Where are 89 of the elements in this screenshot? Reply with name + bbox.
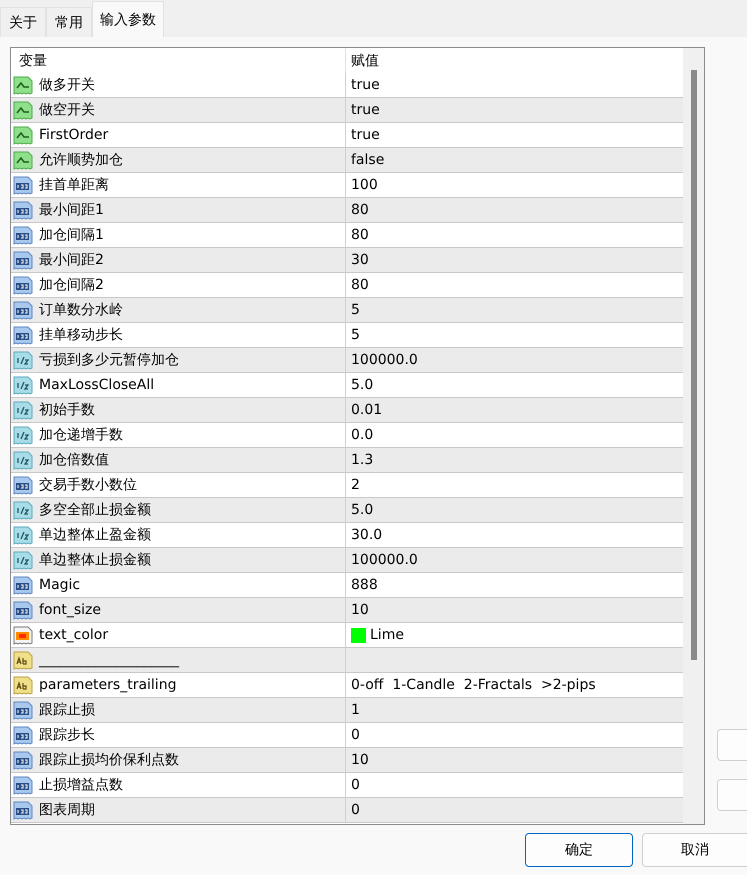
parameter-value: 0 — [351, 727, 360, 743]
parameter-name: 单边整体止损金额 — [39, 551, 151, 569]
parameter-value: true — [351, 127, 380, 143]
integer-icon — [13, 800, 33, 820]
parameter-name: 初始手数 — [39, 401, 95, 419]
scrollbar-thumb[interactable] — [690, 70, 696, 660]
parameter-name: 亏损到多少元暂停加仓 — [39, 351, 179, 369]
parameter-name: Magic — [39, 577, 80, 593]
parameter-name: 止损增益点数 — [39, 776, 123, 794]
parameter-name: font_size — [39, 602, 102, 618]
side-button[interactable] — [717, 779, 747, 811]
parameter-value: Lime — [370, 627, 404, 643]
fraction-icon — [13, 400, 33, 420]
parameter-value: 5.0 — [351, 502, 374, 518]
parameter-value: 0.01 — [351, 402, 382, 418]
fraction-icon — [13, 550, 33, 570]
parameter-value: 100 — [351, 177, 378, 193]
integer-icon — [13, 750, 33, 770]
toggle-icon — [13, 100, 33, 120]
parameter-name: 做多开关 — [39, 76, 95, 94]
parameter-name: 跟踪步长 — [39, 726, 95, 744]
parameter-value: 0.0 — [351, 427, 374, 443]
integer-icon — [13, 300, 33, 320]
toggle-icon — [13, 76, 33, 94]
parameter-value: 80 — [351, 277, 369, 293]
parameter-value: true — [351, 102, 380, 118]
parameter-name: 图表周期 — [39, 801, 95, 819]
side-button[interactable] — [717, 729, 747, 761]
integer-icon — [13, 700, 33, 720]
fraction-icon — [13, 426, 33, 444]
parameter-name: 订单数分水岭 — [39, 301, 123, 319]
toggle-icon — [13, 150, 33, 170]
text-icon — [13, 676, 33, 694]
parameter-value: 100000.0 — [351, 552, 418, 568]
parameter-name: 做空开关 — [39, 101, 95, 119]
parameter-value: 1 — [351, 702, 360, 718]
integer-icon — [13, 600, 33, 620]
parameter-value: 2 — [351, 477, 360, 493]
integer-icon — [13, 250, 33, 270]
parameter-name: 加仓倍数值 — [39, 451, 109, 469]
tab[interactable]: 常用 — [46, 7, 92, 37]
parameter-value: 80 — [351, 227, 369, 243]
fraction-icon — [13, 376, 33, 394]
parameter-value: false — [351, 152, 384, 168]
toggle-icon — [13, 126, 33, 144]
parameter-value: 30.0 — [351, 527, 382, 543]
fraction-icon — [13, 500, 33, 520]
parameter-value: 5.0 — [351, 377, 374, 393]
dialog-button[interactable]: 取消 — [642, 833, 747, 867]
parameter-value: 0 — [351, 777, 360, 793]
parameter-name: 加仓间隔2 — [39, 276, 104, 294]
parameter-value: true — [351, 77, 380, 93]
parameter-name: 加仓递增手数 — [39, 426, 123, 444]
parameter-name: 跟踪止损均价保利点数 — [39, 751, 179, 769]
parameter-value: 1.3 — [351, 452, 374, 468]
parameter-value: 10 — [351, 752, 369, 768]
dialog-button[interactable]: 确定 — [525, 833, 634, 867]
fraction-icon — [13, 450, 33, 470]
parameter-name: 加仓间隔1 — [39, 226, 104, 244]
parameter-name: 最小间距1 — [39, 201, 104, 219]
parameter-value: 80 — [351, 202, 369, 218]
parameter-name: 挂单移动步长 — [39, 326, 123, 344]
fraction-icon — [13, 350, 33, 370]
parameter-name: 允许顺势加仓 — [39, 151, 123, 169]
text-icon — [13, 650, 33, 670]
parameter-value: 0-off 1-Candle 2-Fractals >2-pips — [351, 677, 596, 693]
parameter-value: 5 — [351, 302, 360, 318]
parameter-name: text_color — [39, 627, 108, 643]
parameter-value: 0 — [351, 802, 360, 818]
parameter-name: 最小间距2 — [39, 251, 104, 269]
column-header: 赋值 — [351, 52, 379, 70]
tab[interactable]: 输入参数 — [92, 1, 164, 37]
integer-icon — [13, 200, 33, 220]
parameter-value: 100000.0 — [351, 352, 418, 368]
parameter-value: 5 — [351, 327, 360, 343]
parameter-name: 单边整体止盈金额 — [39, 526, 151, 544]
fraction-icon — [13, 526, 33, 544]
parameter-name: 多空全部止损金额 — [39, 501, 151, 519]
parameter-value: 30 — [351, 252, 369, 268]
parameter-name: 交易手数小数位 — [39, 476, 137, 494]
tab[interactable]: 关于 — [0, 7, 46, 37]
parameter-value: 10 — [351, 602, 369, 618]
parameter-name: 挂首单距离 — [39, 176, 109, 194]
parameter-name: MaxLossCloseAll — [39, 377, 154, 393]
parameter-name: FirstOrder — [39, 127, 108, 143]
parameter-value: 888 — [351, 577, 378, 593]
parameter-name: ____________________ — [39, 652, 179, 668]
parameter-name: 跟踪止损 — [39, 701, 95, 719]
parameter-name: parameters_trailing — [39, 677, 176, 693]
